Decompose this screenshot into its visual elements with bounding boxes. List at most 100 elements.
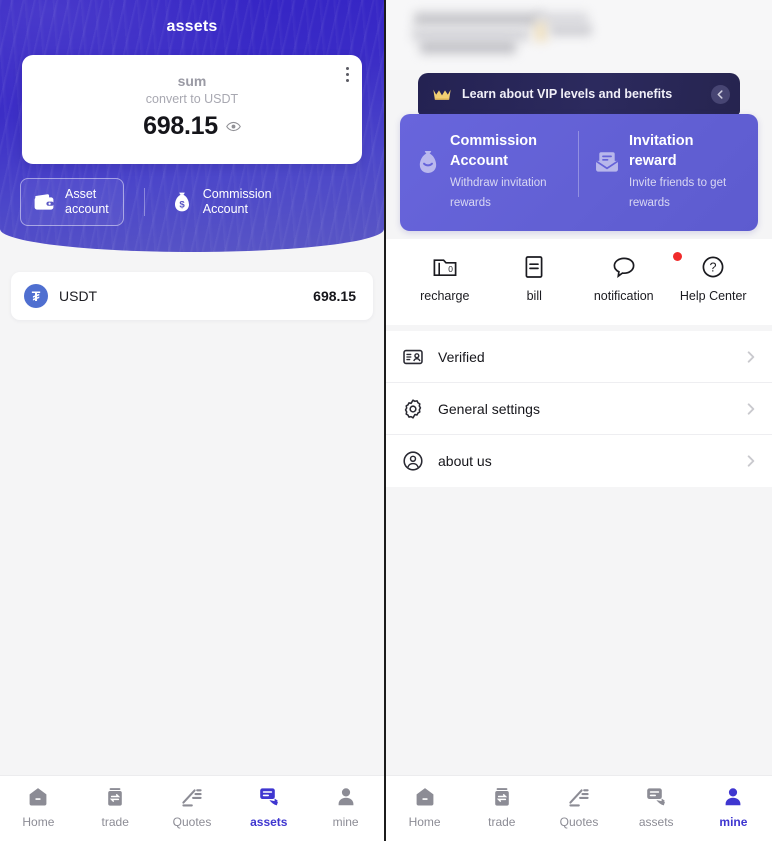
vip-banner-text: Learn about VIP levels and benefits [462, 87, 673, 101]
tab-assets-label: assets [250, 814, 288, 829]
balance-sum-label: sum [177, 73, 207, 89]
commission-account-line2: Account [202, 202, 248, 216]
asset-account-label: Asset account [65, 187, 109, 217]
chevron-right-icon [747, 455, 755, 467]
redaction-block [550, 24, 592, 36]
quick-action-help-center-label: Help Center [679, 289, 747, 303]
promo-card-commission-account[interactable]: Commission Account Withdraw invitation r… [400, 114, 579, 231]
quick-action-notification[interactable]: notification [579, 252, 682, 303]
asset-account-line1: Asset [65, 187, 97, 201]
chevron-right-icon [747, 350, 755, 363]
chevron-right-icon [747, 402, 755, 415]
tab-quotes-label: Quotes [559, 814, 599, 829]
assets-icon [647, 787, 666, 805]
person-icon [338, 787, 353, 805]
user-circle-icon [403, 451, 423, 471]
promo-desc-line1: Withdraw invitation [450, 177, 547, 189]
more-vertical-icon[interactable] [344, 65, 351, 84]
settings-row-verified[interactable]: Verified [386, 331, 772, 383]
tab-home[interactable]: Home [386, 785, 463, 829]
tab-home-label: Home [408, 814, 441, 829]
quotes-icon [569, 788, 589, 806]
home-icon [416, 787, 433, 805]
id-card-icon [403, 349, 423, 364]
tab-home-label: Home [22, 814, 55, 829]
profile-redacted-region [386, 0, 772, 70]
notification-icon [613, 257, 635, 278]
settings-row-about-us[interactable]: about us [386, 435, 772, 487]
quick-actions-row: 0 recharge bill notification ? Help Cent… [386, 239, 772, 325]
promo-cards: Commission Account Withdraw invitation r… [400, 114, 758, 231]
money-bag-icon [419, 151, 437, 173]
tab-mine[interactable]: mine [695, 785, 772, 829]
redaction-block [420, 40, 516, 54]
tab-quotes[interactable]: Quotes [154, 785, 231, 829]
svg-text:$: $ [179, 199, 185, 210]
tab-home[interactable]: Home [0, 785, 77, 829]
usdt-coin-icon: ₮ [24, 284, 48, 308]
quick-action-bill[interactable]: bill [490, 253, 580, 303]
chevron-left-circle-icon[interactable] [711, 84, 730, 104]
tab-mine-label: mine [719, 814, 748, 829]
mine-screen: Learn about VIP levels and benefits Comm… [386, 0, 772, 841]
promo-card-invitation-reward[interactable]: Invitation reward Invite friends to get … [578, 114, 758, 231]
balance-amount: 698.15 [143, 112, 218, 140]
assets-icon [259, 787, 278, 805]
redaction-block [534, 22, 548, 42]
trade-icon [494, 787, 509, 806]
bill-icon [525, 256, 543, 278]
promo-title-line2: reward [629, 153, 677, 169]
envelope-icon [595, 152, 619, 172]
quick-action-notification-label: notification [593, 289, 654, 303]
commission-account-button[interactable]: $ Commission Account [159, 179, 286, 225]
coin-row-usdt[interactable]: ₮ USDT 698.15 [11, 272, 373, 320]
tab-quotes[interactable]: Quotes [540, 785, 617, 829]
crown-icon [433, 89, 451, 100]
redaction-block [414, 12, 544, 27]
quick-action-recharge-label: recharge [420, 289, 470, 303]
coin-symbol: USDT [59, 288, 98, 304]
tab-mine-label: mine [332, 814, 359, 829]
promo-title-line1: Invitation [629, 133, 694, 149]
quick-action-help-center[interactable]: ? Help Center [669, 253, 759, 303]
svg-text:?: ? [710, 261, 717, 275]
asset-account-button[interactable]: Asset account [20, 178, 124, 226]
tab-trade[interactable]: trade [463, 785, 540, 829]
quick-action-recharge[interactable]: 0 recharge [400, 253, 490, 303]
balance-convert-label: convert to USDT [145, 92, 239, 106]
commission-account-label: Commission Account [203, 187, 272, 217]
tab-assets[interactable]: assets [230, 785, 307, 829]
tab-assets[interactable]: assets [618, 785, 695, 829]
bottom-tabbar-right: Home trade Quotes assets mine [386, 775, 772, 841]
assets-screen: assets sum convert to USDT 698.15 Asset … [0, 0, 386, 841]
tab-assets-label: assets [638, 814, 674, 829]
wallet-icon [34, 194, 54, 210]
quotes-icon [182, 788, 202, 806]
recharge-icon: 0 [433, 259, 457, 277]
promo-text-block: Commission Account Withdraw invitation r… [450, 131, 547, 211]
home-icon [29, 787, 47, 805]
tab-trade[interactable]: trade [77, 785, 154, 829]
settings-row-label: Verified [438, 348, 485, 365]
account-switcher: Asset account $ Commission Account [0, 178, 384, 226]
promo-desc-line2: rewards [450, 197, 491, 209]
tab-mine[interactable]: mine [307, 785, 384, 829]
person-icon [726, 787, 741, 805]
trade-icon [108, 787, 122, 806]
page-title: assets [166, 18, 218, 35]
tab-quotes-label: Quotes [172, 814, 212, 829]
svg-text:0: 0 [448, 264, 453, 274]
eye-icon[interactable] [225, 119, 241, 134]
quick-action-bill-label: bill [526, 289, 542, 303]
tab-trade-label: trade [101, 814, 129, 829]
dual-phone-screenshot: assets sum convert to USDT 698.15 Asset … [0, 0, 772, 841]
settings-row-general-settings[interactable]: General settings [386, 383, 772, 435]
coin-amount: 698.15 [313, 288, 356, 304]
promo-desc-line1: Invite friends to get [629, 177, 727, 189]
commission-account-line1: Commission [202, 187, 272, 201]
vip-banner[interactable]: Learn about VIP levels and benefits [418, 73, 740, 115]
money-bag-icon: $ [174, 192, 189, 212]
asset-account-line2: account [65, 202, 109, 216]
help-circle-icon: ? [702, 256, 724, 278]
account-divider [143, 188, 145, 216]
